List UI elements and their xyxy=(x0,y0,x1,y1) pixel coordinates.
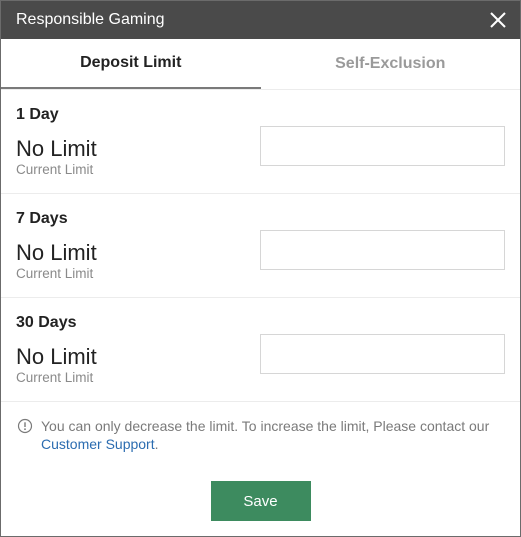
customer-support-link[interactable]: Customer Support xyxy=(41,436,155,452)
limit-period-label: 7 Days xyxy=(16,210,68,227)
dialog-title: Responsible Gaming xyxy=(16,11,165,28)
tab-bar: Deposit Limit Self-Exclusion xyxy=(1,39,520,90)
tab-deposit-limit[interactable]: Deposit Limit xyxy=(1,39,261,89)
save-button[interactable]: Save xyxy=(210,481,311,521)
current-limit-caption: Current Limit xyxy=(16,162,94,177)
notice-text: You can only decrease the limit. To incr… xyxy=(41,418,490,434)
limit-notice: You can only decrease the limit. To incr… xyxy=(1,402,520,464)
current-limit-value: No Limit xyxy=(16,240,97,265)
notice-suffix: . xyxy=(154,436,159,452)
tab-self-exclusion[interactable]: Self-Exclusion xyxy=(261,39,521,89)
responsible-gaming-dialog: Responsible Gaming Deposit Limit Self-Ex… xyxy=(0,0,521,537)
current-limit-value: No Limit xyxy=(16,344,97,369)
limit-row-7-days: 7 Days No Limit Current Limit xyxy=(1,194,520,298)
limit-period-label: 30 Days xyxy=(16,314,77,331)
close-button[interactable] xyxy=(476,1,520,39)
limit-input-7-days[interactable] xyxy=(260,230,505,270)
info-circle-icon xyxy=(17,418,33,434)
limit-input-1-day[interactable] xyxy=(260,126,505,166)
limit-row-1-day: 1 Day No Limit Current Limit xyxy=(1,90,520,194)
current-limit-value: No Limit xyxy=(16,136,97,161)
limit-row-30-days: 30 Days No Limit Current Limit xyxy=(1,298,520,402)
limit-input-30-days[interactable] xyxy=(260,334,505,374)
limit-period-label: 1 Day xyxy=(16,106,59,123)
close-icon xyxy=(490,12,506,28)
current-limit-caption: Current Limit xyxy=(16,266,94,281)
current-limit-caption: Current Limit xyxy=(16,370,94,385)
dialog-titlebar: Responsible Gaming xyxy=(1,1,520,39)
save-button-container: Save xyxy=(1,481,520,521)
